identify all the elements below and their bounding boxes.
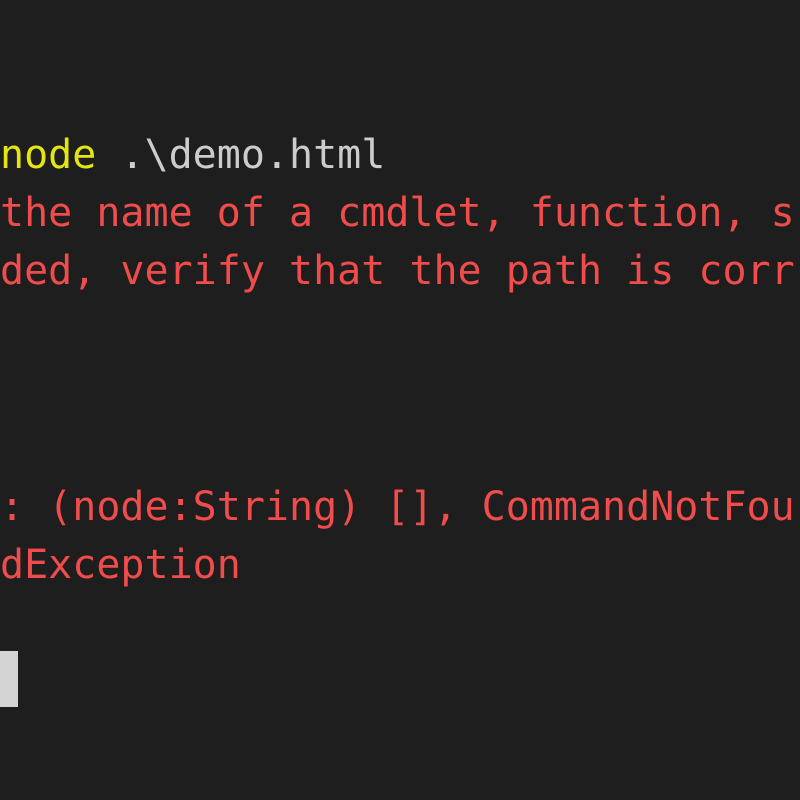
command-argument: .\demo.html	[96, 132, 386, 178]
terminal-window[interactable]: node .\demo.html the name of a cmdlet, f…	[0, 0, 800, 800]
command-line: node .\demo.html	[0, 126, 385, 184]
error-line-2: ded, verify that the path is corr	[0, 248, 795, 294]
text-cursor	[0, 651, 18, 707]
error-line-3: : (node:String) [], CommandNotFou	[0, 484, 795, 530]
error-line-4: dException	[0, 542, 241, 588]
command-executable: node	[0, 132, 97, 178]
error-line-1: the name of a cmdlet, function, s	[0, 190, 795, 236]
